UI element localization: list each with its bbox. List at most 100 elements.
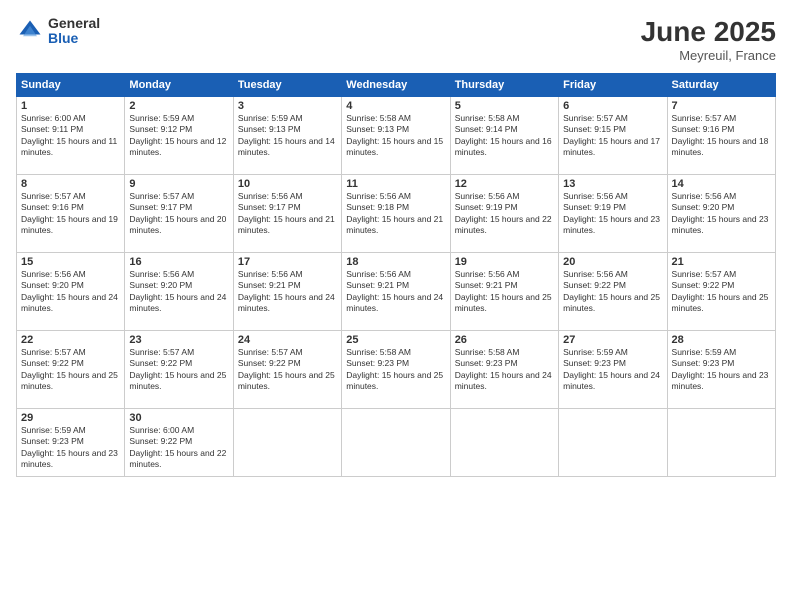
day-info: Sunrise: 5:57 AMSunset: 9:17 PMDaylight:… [129,191,228,237]
calendar-row: 15Sunrise: 5:56 AMSunset: 9:20 PMDayligh… [17,253,776,331]
day-number: 12 [455,178,554,190]
table-row: 14Sunrise: 5:56 AMSunset: 9:20 PMDayligh… [667,175,775,253]
table-row: 19Sunrise: 5:56 AMSunset: 9:21 PMDayligh… [450,253,558,331]
table-row: 6Sunrise: 5:57 AMSunset: 9:15 PMDaylight… [559,97,667,175]
day-info: Sunrise: 5:56 AMSunset: 9:20 PMDaylight:… [21,269,120,315]
day-info: Sunrise: 5:58 AMSunset: 9:13 PMDaylight:… [346,113,445,159]
calendar-row: 22Sunrise: 5:57 AMSunset: 9:22 PMDayligh… [17,331,776,409]
col-sunday: Sunday [17,74,125,97]
table-row: 12Sunrise: 5:56 AMSunset: 9:19 PMDayligh… [450,175,558,253]
day-info: Sunrise: 5:56 AMSunset: 9:20 PMDaylight:… [672,191,771,237]
day-info: Sunrise: 5:56 AMSunset: 9:21 PMDaylight:… [455,269,554,315]
day-number: 23 [129,334,228,346]
table-row: 17Sunrise: 5:56 AMSunset: 9:21 PMDayligh… [233,253,341,331]
day-info: Sunrise: 5:56 AMSunset: 9:19 PMDaylight:… [455,191,554,237]
day-info: Sunrise: 5:57 AMSunset: 9:22 PMDaylight:… [129,347,228,393]
calendar-header-row: Sunday Monday Tuesday Wednesday Thursday… [17,74,776,97]
table-row [667,409,775,477]
table-row: 3Sunrise: 5:59 AMSunset: 9:13 PMDaylight… [233,97,341,175]
day-number: 4 [346,100,445,112]
day-info: Sunrise: 5:56 AMSunset: 9:18 PMDaylight:… [346,191,445,237]
day-info: Sunrise: 5:56 AMSunset: 9:21 PMDaylight:… [346,269,445,315]
table-row: 22Sunrise: 5:57 AMSunset: 9:22 PMDayligh… [17,331,125,409]
day-info: Sunrise: 6:00 AMSunset: 9:11 PMDaylight:… [21,113,120,159]
table-row [559,409,667,477]
day-info: Sunrise: 5:59 AMSunset: 9:23 PMDaylight:… [563,347,662,393]
location: Meyreuil, France [641,48,776,63]
table-row: 18Sunrise: 5:56 AMSunset: 9:21 PMDayligh… [342,253,450,331]
table-row: 24Sunrise: 5:57 AMSunset: 9:22 PMDayligh… [233,331,341,409]
table-row: 1Sunrise: 6:00 AMSunset: 9:11 PMDaylight… [17,97,125,175]
day-number: 10 [238,178,337,190]
day-info: Sunrise: 5:56 AMSunset: 9:19 PMDaylight:… [563,191,662,237]
day-number: 3 [238,100,337,112]
table-row: 20Sunrise: 5:56 AMSunset: 9:22 PMDayligh… [559,253,667,331]
day-number: 19 [455,256,554,268]
header: General Blue June 2025 Meyreuil, France [16,16,776,63]
table-row: 16Sunrise: 5:56 AMSunset: 9:20 PMDayligh… [125,253,233,331]
day-number: 30 [129,412,228,424]
day-number: 8 [21,178,120,190]
table-row: 25Sunrise: 5:58 AMSunset: 9:23 PMDayligh… [342,331,450,409]
day-number: 15 [21,256,120,268]
day-number: 7 [672,100,771,112]
day-number: 6 [563,100,662,112]
calendar-row: 29Sunrise: 5:59 AMSunset: 9:23 PMDayligh… [17,409,776,477]
month-title: June 2025 [641,16,776,48]
day-info: Sunrise: 5:59 AMSunset: 9:12 PMDaylight:… [129,113,228,159]
col-friday: Friday [559,74,667,97]
table-row: 7Sunrise: 5:57 AMSunset: 9:16 PMDaylight… [667,97,775,175]
table-row: 21Sunrise: 5:57 AMSunset: 9:22 PMDayligh… [667,253,775,331]
day-info: Sunrise: 5:56 AMSunset: 9:21 PMDaylight:… [238,269,337,315]
col-saturday: Saturday [667,74,775,97]
table-row [450,409,558,477]
table-row: 23Sunrise: 5:57 AMSunset: 9:22 PMDayligh… [125,331,233,409]
table-row: 13Sunrise: 5:56 AMSunset: 9:19 PMDayligh… [559,175,667,253]
day-number: 26 [455,334,554,346]
table-row: 30Sunrise: 6:00 AMSunset: 9:22 PMDayligh… [125,409,233,477]
logo-general: General [48,16,100,31]
day-number: 2 [129,100,228,112]
day-number: 11 [346,178,445,190]
table-row: 28Sunrise: 5:59 AMSunset: 9:23 PMDayligh… [667,331,775,409]
table-row: 10Sunrise: 5:56 AMSunset: 9:17 PMDayligh… [233,175,341,253]
table-row: 26Sunrise: 5:58 AMSunset: 9:23 PMDayligh… [450,331,558,409]
day-info: Sunrise: 5:57 AMSunset: 9:22 PMDaylight:… [238,347,337,393]
day-info: Sunrise: 5:59 AMSunset: 9:23 PMDaylight:… [672,347,771,393]
table-row: 15Sunrise: 5:56 AMSunset: 9:20 PMDayligh… [17,253,125,331]
day-info: Sunrise: 5:56 AMSunset: 9:17 PMDaylight:… [238,191,337,237]
table-row [233,409,341,477]
day-number: 16 [129,256,228,268]
day-info: Sunrise: 5:59 AMSunset: 9:23 PMDaylight:… [21,425,120,471]
logo: General Blue [16,16,100,47]
day-info: Sunrise: 5:58 AMSunset: 9:14 PMDaylight:… [455,113,554,159]
day-info: Sunrise: 5:56 AMSunset: 9:20 PMDaylight:… [129,269,228,315]
day-info: Sunrise: 5:57 AMSunset: 9:15 PMDaylight:… [563,113,662,159]
col-monday: Monday [125,74,233,97]
calendar-page: General Blue June 2025 Meyreuil, France … [0,0,792,612]
day-info: Sunrise: 5:56 AMSunset: 9:22 PMDaylight:… [563,269,662,315]
day-number: 25 [346,334,445,346]
logo-text: General Blue [48,16,100,47]
table-row [342,409,450,477]
day-number: 21 [672,256,771,268]
day-number: 17 [238,256,337,268]
day-info: Sunrise: 6:00 AMSunset: 9:22 PMDaylight:… [129,425,228,471]
day-number: 14 [672,178,771,190]
day-number: 28 [672,334,771,346]
calendar-row: 8Sunrise: 5:57 AMSunset: 9:16 PMDaylight… [17,175,776,253]
table-row: 9Sunrise: 5:57 AMSunset: 9:17 PMDaylight… [125,175,233,253]
day-number: 24 [238,334,337,346]
day-info: Sunrise: 5:59 AMSunset: 9:13 PMDaylight:… [238,113,337,159]
logo-icon [16,17,44,45]
table-row: 5Sunrise: 5:58 AMSunset: 9:14 PMDaylight… [450,97,558,175]
table-row: 29Sunrise: 5:59 AMSunset: 9:23 PMDayligh… [17,409,125,477]
day-number: 9 [129,178,228,190]
day-number: 13 [563,178,662,190]
logo-blue: Blue [48,31,100,46]
table-row: 8Sunrise: 5:57 AMSunset: 9:16 PMDaylight… [17,175,125,253]
day-number: 18 [346,256,445,268]
calendar-table: Sunday Monday Tuesday Wednesday Thursday… [16,73,776,477]
calendar-row: 1Sunrise: 6:00 AMSunset: 9:11 PMDaylight… [17,97,776,175]
day-info: Sunrise: 5:58 AMSunset: 9:23 PMDaylight:… [455,347,554,393]
